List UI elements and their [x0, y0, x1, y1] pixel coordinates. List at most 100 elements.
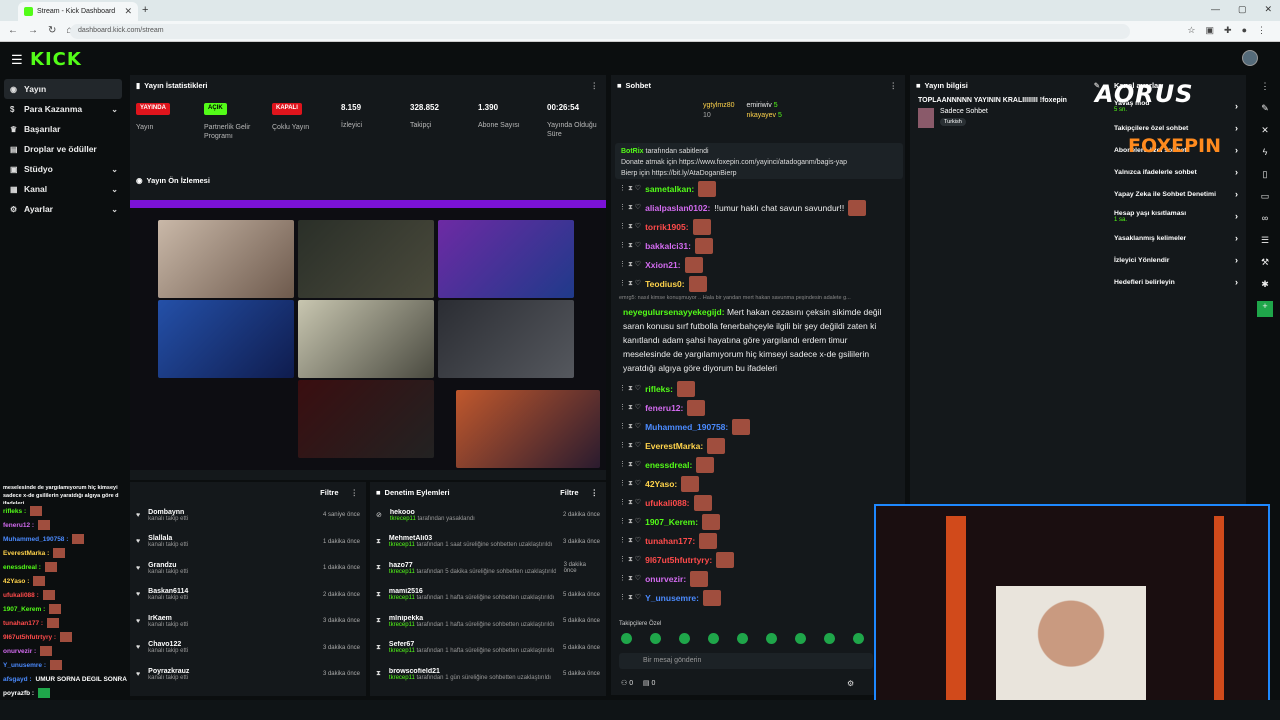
emote-icon[interactable] — [824, 633, 835, 644]
bolt-icon[interactable]: ϟ — [1257, 147, 1273, 163]
emote-icon[interactable] — [737, 633, 748, 644]
users-icon[interactable]: ⚇ — [621, 680, 627, 687]
setting-item[interactable]: Yapay Zeka ile Sohbet Denetimi › — [1108, 183, 1246, 205]
sidebar-item-basarilar[interactable]: ♛ Başarılar — [0, 119, 126, 139]
follower-name[interactable]: Grandzu — [148, 562, 188, 569]
gift-icon[interactable]: ▤ — [643, 680, 650, 687]
chat-username[interactable]: bakkalci31: — [645, 241, 691, 251]
setting-item[interactable]: Hesap yaşı kısıtlaması 1 sa. › — [1108, 205, 1246, 227]
follower-name[interactable]: Poyrazkrauz — [148, 668, 189, 675]
chat-username[interactable]: sametalkan: — [645, 184, 694, 194]
emote-icon[interactable] — [650, 633, 661, 644]
chat-username[interactable]: torrik1905: — [645, 222, 688, 232]
sidebar-item-studyo[interactable]: ▣ Stüdyo ⌄ — [0, 159, 126, 179]
extension-icon[interactable]: ▣ — [1206, 25, 1215, 36]
chat-username[interactable]: rifleks: — [645, 384, 673, 394]
close-icon[interactable]: ✕ — [1257, 125, 1273, 141]
gifter-name[interactable]: nkayayev — [746, 112, 776, 119]
wrench-icon[interactable]: ⚒ — [1257, 257, 1273, 273]
chat-username[interactable]: 9l67ut5hfutrtyry: — [645, 555, 712, 565]
chat-username[interactable]: tunahan177: — [645, 536, 695, 546]
back-icon[interactable]: ← — [8, 25, 18, 36]
moderated-user[interactable]: MehmetAli03 — [389, 535, 552, 542]
emote-icon[interactable] — [853, 633, 864, 644]
moderator-name[interactable]: tkrecep11 — [389, 542, 415, 548]
emote-icon[interactable] — [621, 633, 632, 644]
hamburger-menu-icon[interactable]: ☰ — [11, 52, 23, 68]
chat-username[interactable]: feneru12: — [645, 403, 683, 413]
minimize-icon[interactable]: — — [1211, 4, 1220, 15]
moderated-user[interactable]: hekooo — [390, 509, 475, 516]
moderated-user[interactable]: mami2516 — [389, 588, 554, 595]
bookmark-star-icon[interactable]: ☆ — [1187, 25, 1195, 36]
sidebar-item-para-kazanma[interactable]: $ Para Kazanma ⌄ — [0, 99, 126, 119]
chat-username[interactable]: neyegulursenayyekegijd: — [623, 307, 725, 317]
close-window-icon[interactable]: ✕ — [1264, 4, 1272, 15]
more-options-icon[interactable]: ⋮ — [591, 488, 599, 497]
chat-username[interactable]: onurvezir: — [645, 574, 686, 584]
follower-name[interactable]: Slallala — [148, 535, 188, 542]
chat-username[interactable]: ufukali088: — [645, 498, 689, 508]
emote-icon[interactable] — [766, 633, 777, 644]
sidebar-item-yayin[interactable]: ◉ Yayın — [4, 79, 122, 99]
chat-username[interactable]: Xxion21: — [645, 260, 680, 270]
moderator-name[interactable]: tkrecep11 — [389, 648, 415, 654]
moderator-name[interactable]: tkrecep11 — [389, 675, 415, 681]
sidebar-item-kanal[interactable]: ▦ Kanal ⌄ — [0, 179, 126, 199]
chat-username[interactable]: enessdreal: — [645, 460, 692, 470]
moderated-user[interactable]: hazo77 — [389, 562, 556, 569]
add-widget-icon[interactable]: + — [1257, 301, 1273, 317]
setting-item[interactable]: Hedefleri belirleyin › — [1108, 271, 1246, 293]
user-avatar[interactable] — [1242, 50, 1258, 66]
follower-name[interactable]: IrKaem — [148, 615, 188, 622]
setting-item[interactable]: Yasaklanmış kelimeler › — [1108, 227, 1246, 249]
moderator-name[interactable]: tkrecep11 — [389, 569, 415, 575]
reload-icon[interactable]: ↻ — [48, 25, 56, 36]
close-tab-icon[interactable]: ✕ — [124, 6, 132, 17]
follower-name[interactable]: Dombaynn — [148, 509, 188, 516]
moderator-name[interactable]: tkrecep11 — [389, 595, 415, 601]
sidebar-item-droplar[interactable]: ▤ Droplar ve ödüller — [0, 139, 126, 159]
moderated-user[interactable]: mlnipekka — [389, 615, 554, 622]
chat-username[interactable]: Muhammed_190758: — [645, 422, 728, 432]
moderated-user[interactable]: Sefer67 — [389, 641, 554, 648]
emote-icon[interactable] — [708, 633, 719, 644]
maximize-icon[interactable]: ▢ — [1238, 4, 1247, 15]
dots-icon[interactable]: ⋮ — [1257, 81, 1273, 97]
follower-name[interactable]: Chavo122 — [148, 641, 188, 648]
filter-button[interactable]: Filtre — [560, 488, 578, 497]
gifter-name[interactable]: emiriwiv — [746, 102, 771, 109]
chat-username[interactable]: EverestMarka: — [645, 441, 703, 451]
kick-logo[interactable]: KICK — [30, 49, 82, 70]
chat-username[interactable]: Teodius0: — [645, 279, 685, 289]
emote-icon[interactable] — [795, 633, 806, 644]
setting-item[interactable]: Yalnızca ifadelerle sohbet › — [1108, 161, 1246, 183]
moderated-user[interactable]: browscofield21 — [389, 668, 551, 675]
list-icon[interactable]: ☰ — [1257, 235, 1273, 251]
new-tab-icon[interactable]: + — [142, 4, 148, 16]
chat-username[interactable]: Y_unusemre: — [645, 593, 699, 603]
setting-item[interactable]: İzleyici Yönlendir › — [1108, 249, 1246, 271]
chat-settings-icon[interactable]: ⚙ — [847, 679, 854, 688]
follower-name[interactable]: Baskan6114 — [148, 588, 188, 595]
url-field[interactable]: dashboard.kick.com/stream — [70, 24, 1130, 39]
chat-input[interactable]: Bir mesaj gönderin — [619, 653, 873, 669]
chat-username[interactable]: 1907_Kerem: — [645, 517, 698, 527]
more-options-icon[interactable]: ⋮ — [351, 488, 359, 497]
pinned-message[interactable]: BotRix tarafından sabitlendi Donate atma… — [615, 143, 903, 179]
edit-icon[interactable]: ✎ — [1257, 103, 1273, 119]
filter-button[interactable]: Filtre — [320, 488, 338, 497]
puzzle-icon[interactable]: ✚ — [1224, 25, 1232, 36]
gifter-name[interactable]: ygtylmz80 — [703, 102, 735, 109]
profile-icon[interactable]: ● — [1242, 25, 1247, 36]
chat-username[interactable]: alialpaslan0102: — [645, 203, 710, 213]
sidebar-item-ayarlar[interactable]: ⚙ Ayarlar ⌄ — [0, 199, 126, 219]
moderator-name[interactable]: tkrecep11 — [389, 622, 415, 628]
document-icon[interactable]: ▯ — [1257, 169, 1273, 185]
browser-tab[interactable]: Stream - Kick Dashboard ✕ — [18, 2, 138, 21]
forward-icon[interactable]: → — [28, 25, 38, 36]
chat-username[interactable]: 42Yaso: — [645, 479, 677, 489]
link-icon[interactable]: ∞ — [1257, 213, 1273, 229]
category-name[interactable]: Sadece Sohbet — [940, 108, 988, 115]
more-options-icon[interactable]: ⋮ — [591, 81, 599, 90]
